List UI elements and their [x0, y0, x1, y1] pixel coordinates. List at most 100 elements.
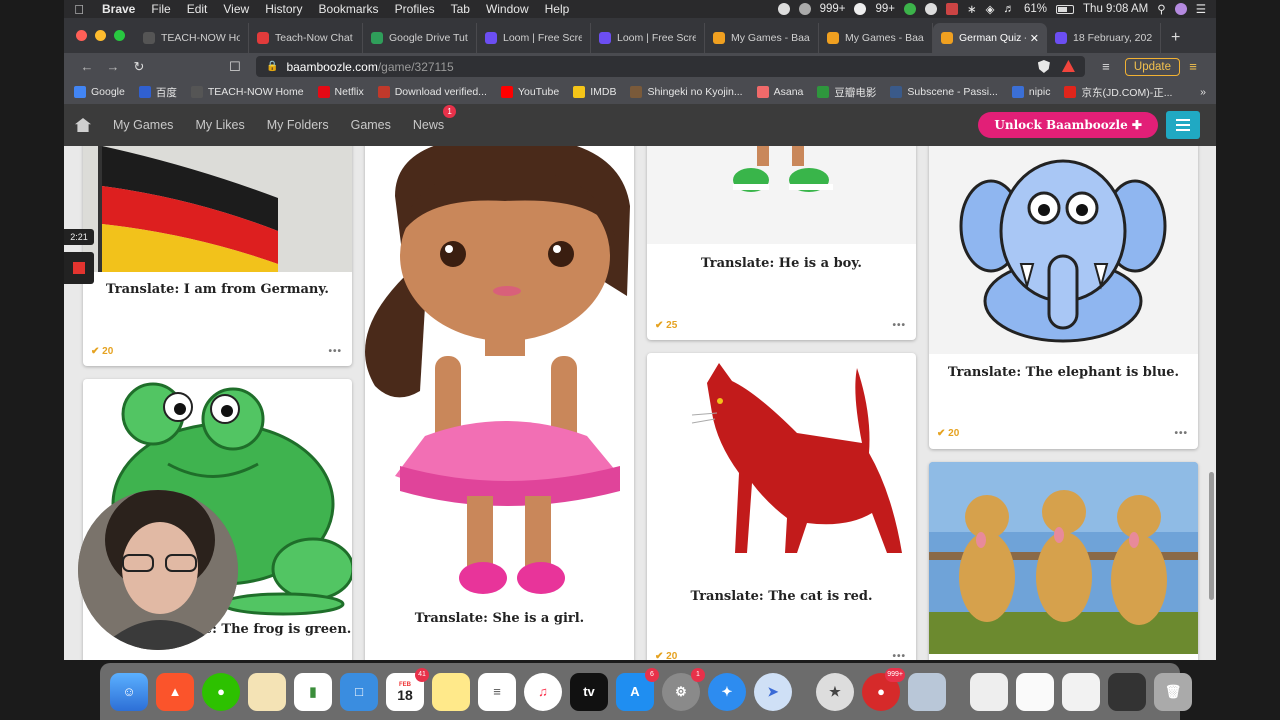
menu-help[interactable]: Help [537, 2, 578, 16]
brave-browser-icon[interactable]: ▲ [156, 672, 194, 711]
menu-bookmarks[interactable]: Bookmarks [311, 2, 387, 16]
search-icon[interactable]: ⚲ [1157, 2, 1165, 16]
soccer-status-icon[interactable] [925, 3, 937, 15]
menu-window[interactable]: Window [478, 2, 537, 16]
close-tab-icon[interactable]: ✕ [1030, 32, 1039, 45]
card-options-icon[interactable]: ••• [1174, 428, 1188, 439]
soccer-app-icon[interactable]: ★ [816, 672, 854, 711]
browser-tab[interactable]: Teach-Now Chat [249, 23, 363, 53]
notes-icon[interactable] [432, 672, 470, 711]
trash-icon[interactable]: 🗑 [1154, 672, 1192, 711]
numbers-icon[interactable]: ▮ [294, 672, 332, 711]
browser-tab[interactable]: My Games - Baam [819, 23, 933, 53]
system-preferences-icon[interactable]: ⚙ 1 [662, 667, 705, 711]
nav-my-folders[interactable]: My Folders [256, 118, 340, 132]
page-scrollbar[interactable] [1209, 472, 1214, 600]
apple-tv-icon[interactable]: tv [570, 672, 608, 711]
menu-icon[interactable]: ≡ [1180, 59, 1206, 74]
status-badge-two[interactable]: 99+ [875, 3, 895, 15]
screenshot-stack-icon[interactable] [1016, 672, 1054, 711]
wifi-icon[interactable]: ◈ [986, 2, 995, 16]
bookmark-item[interactable]: Shingeki no Kyojin... [630, 86, 743, 98]
bookmark-item[interactable]: 京东(JD.COM)-正... [1064, 85, 1172, 100]
bookmark-item[interactable]: Download verified... [377, 86, 487, 98]
browser-tab[interactable]: German Quiz - ✕ [933, 23, 1047, 53]
safari-icon[interactable]: ✦ [708, 672, 746, 711]
nav-my-games[interactable]: My Games [102, 118, 184, 132]
music-icon[interactable]: ♫ [524, 672, 562, 711]
webcam-bubble[interactable] [78, 490, 238, 650]
playlist-icon[interactable]: ≡ [1093, 59, 1119, 74]
bookmark-item[interactable]: Google [74, 86, 125, 98]
bookmark-item[interactable]: 百度 [138, 85, 177, 100]
nav-my-likes[interactable]: My Likes [184, 118, 255, 132]
update-button[interactable]: Update [1124, 57, 1180, 76]
bookmark-item[interactable]: nipic [1011, 86, 1050, 98]
reminders-icon[interactable]: ≡ [478, 672, 516, 711]
battery-percent[interactable]: 61% [1024, 3, 1047, 15]
menu-app-name[interactable]: Brave [94, 2, 143, 16]
question-card[interactable]: Translate: The elephant is blue. ✔ 20 ••… [929, 146, 1198, 449]
bookmark-item[interactable]: 豆瓣电影 [817, 85, 876, 100]
downloads-stack-icon[interactable] [1062, 672, 1100, 711]
question-card[interactable] [929, 462, 1198, 660]
control-center-icon[interactable]: ☰ [1196, 2, 1206, 16]
bookmark-icon[interactable]: ☐ [222, 59, 248, 75]
home-icon[interactable] [64, 118, 102, 132]
browser-tab[interactable]: Loom | Free Screen [477, 23, 591, 53]
bookmark-item[interactable]: IMDB [573, 86, 616, 98]
new-tab-button[interactable]: + [1161, 29, 1190, 53]
gear-status-icon[interactable] [777, 3, 790, 15]
finder-icon[interactable]: ☺ [110, 672, 148, 711]
close-window-button[interactable] [76, 30, 87, 41]
lark-icon[interactable]: ➤ [754, 672, 792, 711]
browser-tab[interactable]: Loom | Free Screen [591, 23, 705, 53]
menu-tab[interactable]: Tab [443, 2, 478, 16]
menu-edit[interactable]: Edit [179, 2, 216, 16]
calendar-icon[interactable]: FEB 18 41 [386, 667, 429, 711]
question-card[interactable]: Translate: She is a girl. [365, 146, 634, 660]
forward-arrow-icon[interactable]: → [100, 59, 126, 74]
unlock-baamboozle-button[interactable]: Unlock Baamboozle ✚ [978, 112, 1158, 138]
browser-tab[interactable]: My Games - Baam [705, 23, 819, 53]
card-options-icon[interactable]: ••• [892, 320, 906, 331]
address-bar[interactable]: 🔒 baamboozle.com/game/327115 [256, 56, 1085, 77]
bluetooth-icon[interactable]: ∗ [967, 2, 977, 16]
brave-shield-icon[interactable] [1037, 60, 1050, 73]
browser-tab[interactable]: Google Drive Tutor [363, 23, 477, 53]
preview-icon[interactable] [248, 672, 286, 711]
volume-icon[interactable]: ♬ [1004, 3, 1016, 15]
status-badge-one[interactable]: 999+ [820, 3, 846, 15]
check-status-icon[interactable] [904, 3, 916, 15]
question-card[interactable]: Translate: The cat is red. ✔ 20 ••• [647, 353, 916, 660]
nav-games[interactable]: Games [340, 118, 402, 132]
question-card[interactable]: Translate: I am from Germany. ✔ 20 ••• [83, 146, 352, 366]
menu-profiles[interactable]: Profiles [387, 2, 443, 16]
reload-icon[interactable]: ↻ [126, 59, 152, 75]
browser-tab[interactable]: 18 February, 2021 [1047, 23, 1161, 53]
back-arrow-icon[interactable]: ← [74, 59, 100, 74]
bookmark-item[interactable]: Asana [756, 86, 803, 98]
card-options-icon[interactable]: ••• [892, 651, 906, 660]
browser-tab[interactable]: TEACH-NOW Home [135, 23, 249, 53]
siri-icon[interactable] [1174, 3, 1187, 15]
card-options-icon[interactable]: ••• [328, 346, 342, 357]
document-stack-icon[interactable] [970, 672, 1008, 711]
cloud-status-icon[interactable] [798, 3, 811, 15]
minimize-window-button[interactable] [95, 30, 106, 41]
wechat-icon[interactable]: ● [202, 672, 240, 711]
clock[interactable]: Thu 9:08 AM [1083, 3, 1148, 15]
bird-status-icon[interactable] [854, 3, 867, 15]
bookmark-item[interactable]: YouTube [500, 86, 559, 98]
bookmark-item[interactable]: Netflix [317, 86, 364, 98]
menu-history[interactable]: History [257, 2, 310, 16]
nav-news[interactable]: News 1 [402, 105, 457, 132]
stop-recording-button[interactable] [64, 252, 94, 284]
app-store-icon[interactable]: A6 [616, 667, 659, 711]
bookmark-item[interactable]: Subscene - Passi... [890, 86, 998, 98]
chinese-app-icon[interactable]: ● 999+ [862, 667, 905, 711]
zoom-window-button[interactable] [114, 30, 125, 41]
brave-rewards-icon[interactable] [1061, 60, 1075, 72]
keynote-icon[interactable]: □ [340, 672, 378, 711]
apple-icon[interactable]:  [64, 2, 94, 17]
